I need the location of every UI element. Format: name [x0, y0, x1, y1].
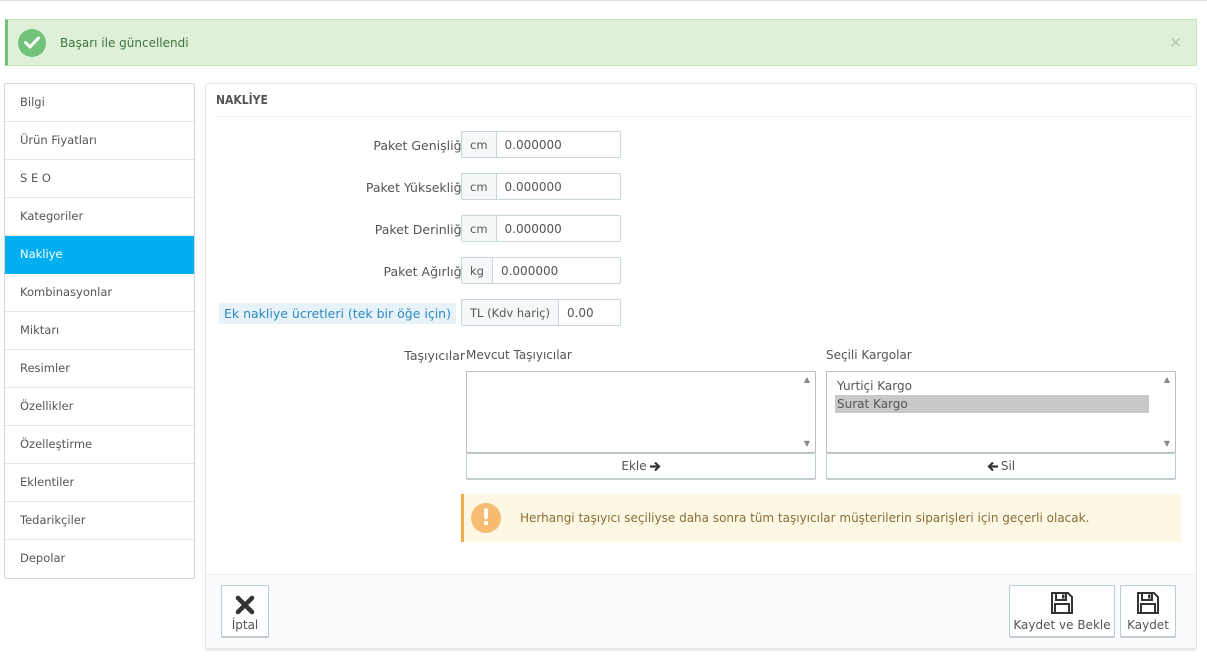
add-carrier-button[interactable]: Ekle: [466, 453, 816, 479]
selected-carriers-title: Seçili Kargolar: [826, 348, 912, 362]
package-depth-group: cm 0.000000: [461, 215, 621, 242]
save-and-stay-label: Kaydet ve Bekle: [1013, 618, 1111, 632]
carriers-label: Taşıyıcılar: [404, 348, 465, 363]
unit-addon: cm: [462, 216, 497, 241]
close-icon[interactable]: ×: [1169, 33, 1182, 51]
sidebar-item-eklentiler[interactable]: Eklentiler: [5, 464, 194, 502]
top-divider: [0, 0, 1207, 1]
cancel-label: İptal: [231, 618, 259, 632]
scroll-down-icon[interactable]: ▼: [802, 439, 812, 449]
save-and-stay-button[interactable]: Kaydet ve Bekle: [1009, 585, 1115, 637]
package-weight-label: Paket Ağırlığı: [383, 264, 465, 279]
selected-carriers-list[interactable]: Yurtiçi Kargo Surat Kargo ▲ ▼: [826, 371, 1176, 453]
remove-carrier-button[interactable]: Sil: [826, 453, 1176, 479]
warning-alert: ! Herhangi taşıyıcı seçiliyse daha sonra…: [461, 494, 1181, 542]
floppy-disk-icon: [1137, 592, 1159, 614]
unit-addon: kg: [462, 258, 493, 283]
package-depth-label: Paket Derinliği: [374, 222, 465, 237]
panel-title: NAKLİYE: [216, 92, 1192, 117]
package-depth-input[interactable]: 0.000000: [496, 216, 562, 241]
sidebar-item-ozellikler[interactable]: Özellikler: [5, 388, 194, 426]
exclamation-icon: !: [471, 503, 501, 533]
sidebar-item-seo[interactable]: S E O: [5, 160, 194, 198]
save-button[interactable]: Kaydet: [1120, 585, 1176, 637]
scroll-down-icon[interactable]: ▼: [1162, 439, 1172, 449]
success-message: Başarı ile güncellendi: [60, 35, 189, 50]
available-carriers-title: Mevcut Taşıyıcılar: [466, 348, 572, 362]
sidebar-item-tedarikciler[interactable]: Tedarikçiler: [5, 502, 194, 540]
unit-addon: cm: [462, 132, 497, 157]
sidebar-item-kombinasyonlar[interactable]: Kombinasyonlar: [5, 274, 194, 312]
close-icon: [235, 595, 255, 615]
unit-addon: cm: [462, 174, 497, 199]
check-icon: [18, 28, 46, 57]
warning-message: Herhangi taşıyıcı seçiliyse daha sonra t…: [520, 511, 1090, 525]
extra-fees-label[interactable]: Ek nakliye ücretleri (tek bir öğe için): [218, 303, 456, 324]
currency-addon: TL (Kdv hariç): [462, 300, 559, 325]
add-carrier-label: Ekle: [621, 459, 647, 473]
sidebar-item-nakliye[interactable]: Nakliye: [5, 236, 194, 274]
sidebar-item-urun-fiyatlari[interactable]: Ürün Fiyatları: [5, 122, 194, 160]
success-alert: Başarı ile güncellendi ×: [5, 19, 1197, 66]
arrow-right-icon: [649, 461, 661, 471]
scroll-up-icon[interactable]: ▲: [1162, 375, 1172, 385]
floppy-disk-icon: [1051, 592, 1073, 614]
extra-fees-input[interactable]: 0.00: [558, 300, 594, 325]
shipping-panel: NAKLİYE: [205, 83, 1197, 649]
list-item[interactable]: Surat Kargo: [835, 395, 1149, 413]
package-height-group: cm 0.000000: [461, 173, 621, 200]
package-height-label: Paket Yüksekliği: [365, 180, 465, 195]
extra-fees-group: TL (Kdv hariç) 0.00: [461, 299, 621, 326]
package-weight-group: kg 0.000000: [461, 257, 621, 284]
package-width-label: Paket Genişliği: [373, 138, 465, 153]
list-item[interactable]: Yurtiçi Kargo: [827, 377, 1175, 395]
cancel-button[interactable]: İptal: [221, 585, 269, 637]
save-label: Kaydet: [1127, 618, 1169, 632]
package-width-input[interactable]: 0.000000: [496, 132, 562, 157]
package-height-input[interactable]: 0.000000: [496, 174, 562, 199]
sidebar-item-bilgi[interactable]: Bilgi: [5, 84, 194, 122]
package-width-group: cm 0.000000: [461, 131, 621, 158]
sidebar-item-ozellestirme[interactable]: Özelleştirme: [5, 426, 194, 464]
scroll-up-icon[interactable]: ▲: [802, 375, 812, 385]
sidebar-item-depolar[interactable]: Depolar: [5, 540, 194, 578]
arrow-left-icon: [987, 461, 998, 471]
sidebar-item-resimler[interactable]: Resimler: [5, 350, 194, 388]
available-carriers-list[interactable]: ▲ ▼: [466, 371, 816, 453]
sidebar-item-miktari[interactable]: Miktarı: [5, 312, 194, 350]
sidebar-item-kategoriler[interactable]: Kategoriler: [5, 198, 194, 236]
product-tabs-sidebar: Bilgi Ürün Fiyatları S E O Kategoriler N…: [4, 83, 195, 579]
package-weight-input[interactable]: 0.000000: [492, 258, 559, 283]
remove-carrier-label: Sil: [1000, 459, 1016, 473]
